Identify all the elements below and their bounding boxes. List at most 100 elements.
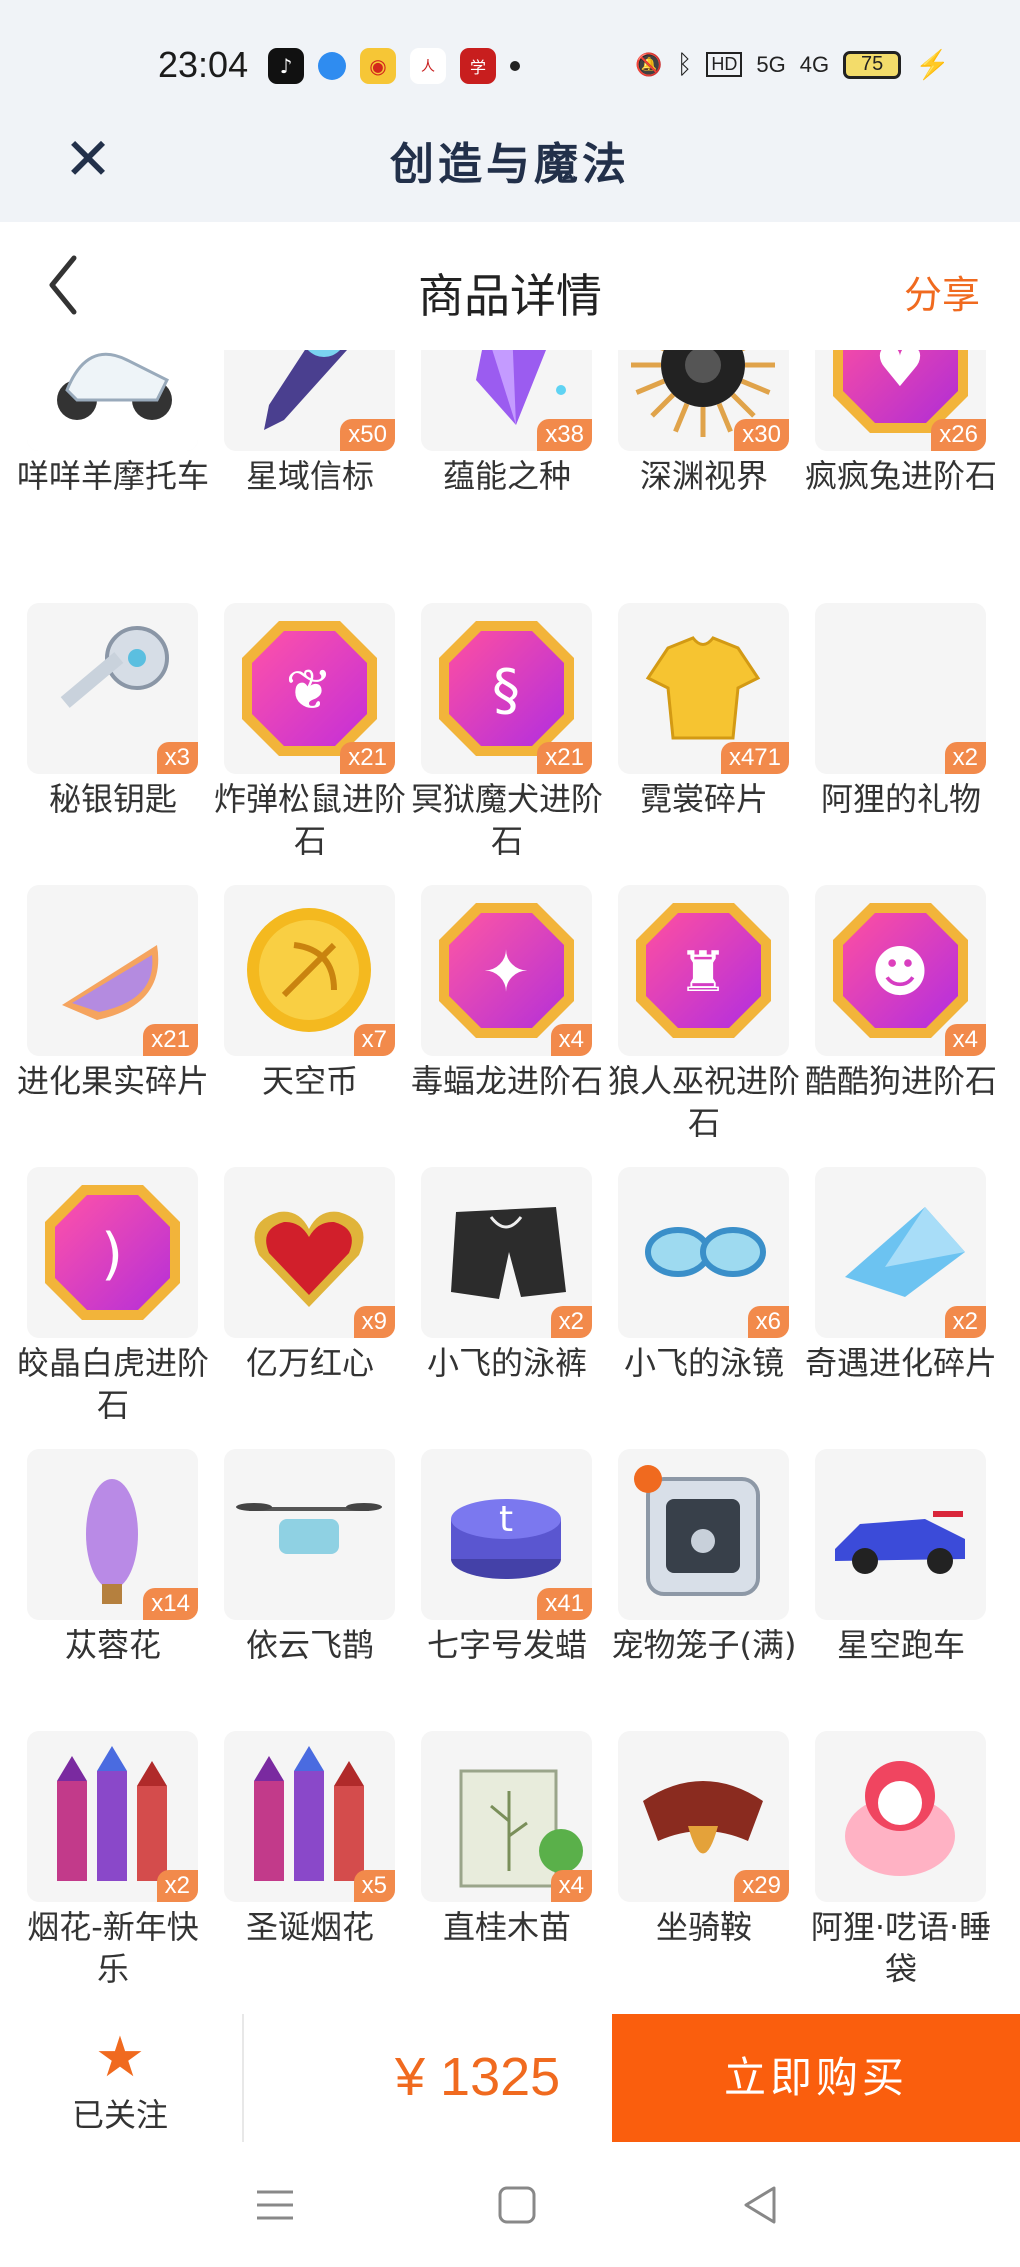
status-bar: 23:04 ♪ ◉ 人 学 🔕 ᛒ HD 5G 4G 75 ⚡ — [0, 0, 1020, 110]
grid-item[interactable]: x29 坐骑鞍 — [605, 1731, 803, 1948]
app-header: ✕ 创造与魔法 — [0, 110, 1020, 222]
item-thumbnail: x2 — [815, 1167, 986, 1338]
item-name: 天空币 — [261, 1062, 358, 1100]
grid-item[interactable]: ♥ x26 疯疯兔进阶石 — [802, 350, 1000, 497]
charging-icon: ⚡ — [915, 49, 950, 80]
svg-text:§: § — [492, 658, 520, 723]
grid-item[interactable]: x4 直桂木苗 — [408, 1731, 606, 1948]
grid-item[interactable]: 星空跑车 — [802, 1449, 1000, 1666]
grid-item[interactable]: x2 奇遇进化碎片 — [802, 1167, 1000, 1384]
item-thumbnail: x5 — [224, 1731, 395, 1902]
signal-4g-icon: 4G — [799, 51, 830, 77]
home-icon[interactable] — [487, 2180, 547, 2230]
quantity-badge: x2 — [156, 1870, 198, 1902]
quantity-badge: x2 — [550, 1306, 592, 1338]
quantity-badge: x4 — [550, 1024, 592, 1056]
grid-item[interactable]: 宠物笼子(满) — [605, 1449, 803, 1666]
grid-item[interactable]: x2 阿狸的礼物 — [802, 603, 1000, 820]
item-name: 阿狸·呓语·睡袋 — [810, 1908, 992, 1988]
item-name: 霓裳碎片 — [639, 780, 768, 818]
weibo-icon: ◉ — [360, 48, 396, 84]
quantity-badge: x41 — [537, 1588, 592, 1620]
grid-item[interactable]: ☻ x4 酷酷狗进阶石 — [802, 885, 1000, 1102]
item-name: 烟花-新年快乐 — [27, 1908, 199, 1988]
item-thumbnail — [618, 1449, 789, 1620]
grid-item[interactable]: x2 小飞的泳裤 — [408, 1167, 606, 1384]
grid-item[interactable]: t x41 七字号发蜡 — [408, 1449, 606, 1666]
grid-item[interactable]: 依云飞鹊 — [211, 1449, 409, 1666]
status-app-icons: ♪ ◉ 人 学 — [268, 48, 520, 84]
follow-label: 已关注 — [71, 2096, 168, 2134]
menu-icon[interactable] — [245, 2180, 305, 2230]
people-daily-icon: 人 — [410, 48, 446, 84]
quantity-badge: x21 — [537, 742, 592, 774]
svg-text:☻: ☻ — [871, 940, 929, 1005]
item-name: 炸弹松鼠进阶石 — [213, 780, 406, 860]
item-name: 星空跑车 — [836, 1626, 965, 1664]
item-thumbnail: ❦ x21 — [224, 603, 395, 774]
item-thumbnail: x3 — [27, 603, 198, 774]
grid-item[interactable]: x5 圣诞烟花 — [211, 1731, 409, 1948]
quantity-badge: x26 — [931, 419, 986, 451]
grid-item[interactable]: x30 深渊视界 — [605, 350, 803, 497]
svg-text:✦: ✦ — [483, 940, 530, 1005]
item-name: 蕴能之种 — [442, 457, 571, 495]
item-thumbnail — [815, 1731, 986, 1902]
item-thumbnail: x9 — [224, 1167, 395, 1338]
item-name: 亿万红心 — [245, 1344, 374, 1382]
svg-text:♥: ♥ — [875, 350, 925, 400]
divider — [242, 2014, 244, 2142]
quantity-badge: x14 — [143, 1588, 198, 1620]
item-name: 深渊视界 — [639, 457, 768, 495]
item-thumbnail: ♥ x26 — [815, 350, 986, 451]
svg-text:♜: ♜ — [678, 940, 728, 1005]
bluetooth-icon: ᛒ — [676, 49, 693, 79]
grid-item[interactable]: x471 霓裳碎片 — [605, 603, 803, 820]
quantity-badge: x4 — [550, 1870, 592, 1902]
follow-button[interactable]: ★ 已关注 — [60, 2030, 180, 2136]
grid-item[interactable]: 阿狸·呓语·睡袋 — [802, 1731, 1000, 1990]
item-thumbnail: x30 — [618, 350, 789, 451]
grid-item[interactable]: ♜ 狼人巫祝进阶石 — [605, 885, 803, 1144]
tiktok-icon: ♪ — [268, 48, 304, 84]
item-thumbnail — [27, 350, 198, 451]
item-name: 狼人巫祝进阶石 — [607, 1062, 800, 1142]
grid-item[interactable]: x38 蕴能之种 — [408, 350, 606, 497]
buy-now-button[interactable]: 立即购买 — [612, 2014, 1020, 2142]
grid-item[interactable]: § x21 冥狱魔犬进阶石 — [408, 603, 606, 862]
battery-icon: 75 — [843, 50, 902, 79]
grid-item[interactable]: x6 小飞的泳镜 — [605, 1167, 803, 1384]
svg-text:): ) — [101, 1222, 123, 1287]
grid-item[interactable]: 咩咩羊摩托车 — [14, 350, 212, 497]
grid-item[interactable]: x7 天空币 — [211, 885, 409, 1102]
quantity-badge: x2 — [944, 742, 986, 774]
blue-app-icon — [318, 52, 346, 80]
item-thumbnail: § x21 — [421, 603, 592, 774]
grid-item[interactable]: x9 亿万红心 — [211, 1167, 409, 1384]
item-name: 依云飞鹊 — [245, 1626, 374, 1664]
grid-item[interactable]: ❦ x21 炸弹松鼠进阶石 — [211, 603, 409, 862]
item-thumbnail: ☻ x4 — [815, 885, 986, 1056]
grid-item[interactable]: x14 苁蓉花 — [14, 1449, 212, 1666]
item-name: 小飞的泳镜 — [623, 1344, 784, 1382]
share-button[interactable]: 分享 — [904, 264, 980, 319]
grid-item[interactable]: x2 烟花-新年快乐 — [14, 1731, 212, 1990]
back-triangle-icon[interactable] — [730, 2180, 790, 2230]
quantity-badge: x38 — [537, 419, 592, 451]
quantity-badge: x9 — [353, 1306, 395, 1338]
quantity-badge: x50 — [340, 419, 395, 451]
grid-item[interactable]: ) 皎晶白虎进阶石 — [14, 1167, 212, 1426]
status-time: 23:04 — [158, 44, 249, 85]
item-thumbnail: x471 — [618, 603, 789, 774]
svg-text:❦: ❦ — [286, 658, 333, 723]
item-name: 奇遇进化碎片 — [804, 1344, 997, 1382]
grid-item[interactable]: x50 星域信标 — [211, 350, 409, 497]
grid-item[interactable]: ✦ x4 毒蝠龙进阶石 — [408, 885, 606, 1102]
grid-item[interactable]: x21 进化果实碎片 — [14, 885, 212, 1102]
bottom-bar: ★ 已关注 ¥ 1325 立即购买 — [0, 2010, 1020, 2142]
item-name: 进化果实碎片 — [16, 1062, 209, 1100]
grid-item[interactable]: x3 秘银钥匙 — [14, 603, 212, 820]
item-name: 七字号发蜡 — [426, 1626, 587, 1664]
item-name: 冥狱魔犬进阶石 — [410, 780, 603, 860]
item-thumbnail: x2 — [27, 1731, 198, 1902]
